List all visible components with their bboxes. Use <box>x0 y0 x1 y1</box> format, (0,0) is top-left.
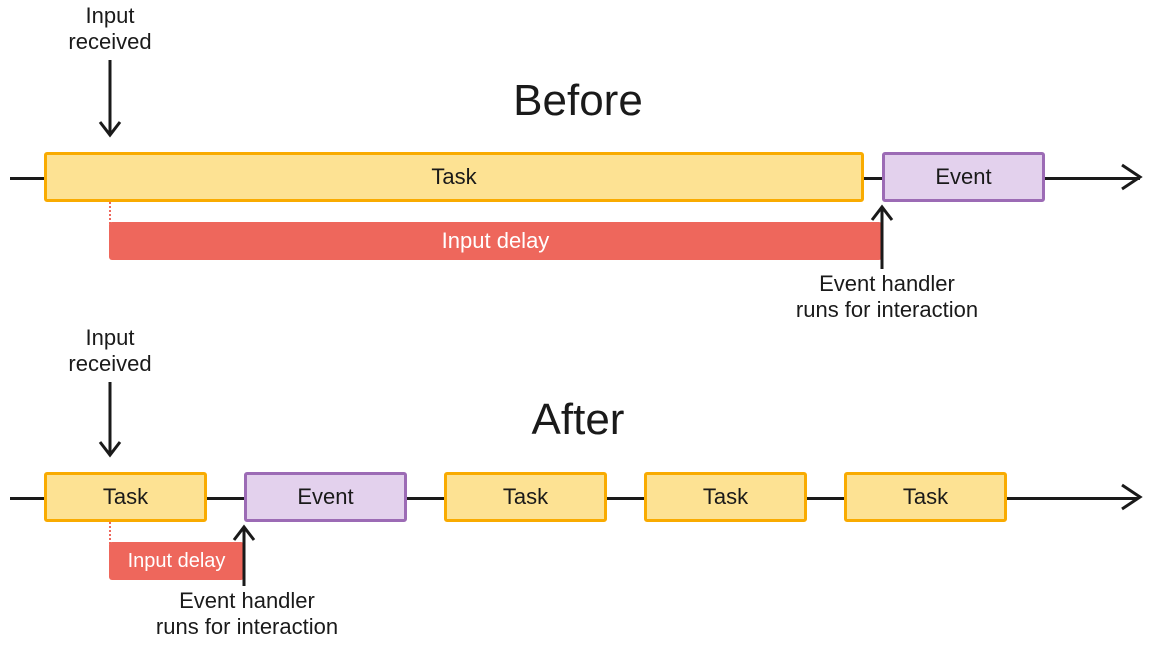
label-task-after-1: Task <box>103 484 148 510</box>
axis-after-seg4 <box>807 497 844 500</box>
label-task-after-2: Task <box>503 484 548 510</box>
label-input-delay-after: Input delay <box>128 550 226 573</box>
arrow-event-handler-after <box>244 524 245 586</box>
block-task-after-2: Task <box>444 472 607 522</box>
annot-input-received-before: Input received <box>55 3 165 56</box>
block-event-after: Event <box>244 472 407 522</box>
dotted-after <box>109 522 111 544</box>
axis-after-seg3 <box>607 497 644 500</box>
dotted-before <box>109 202 111 224</box>
label-task-before: Task <box>431 164 476 190</box>
label-task-after-4: Task <box>903 484 948 510</box>
label-input-delay-before: Input delay <box>442 228 550 254</box>
annot-event-handler-after: Event handler runs for interaction <box>142 588 352 641</box>
axis-after-seg0 <box>10 497 44 500</box>
title-after: After <box>478 395 678 445</box>
annot-event-handler-before: Event handler runs for interaction <box>782 271 992 324</box>
diagram-root: Before Input received Task Event Input d… <box>0 0 1155 647</box>
axis-before-left <box>10 177 45 180</box>
block-task-after-1: Task <box>44 472 207 522</box>
block-input-delay-after: Input delay <box>109 542 244 580</box>
annot-input-received-after: Input received <box>55 325 165 378</box>
axis-after-seg2 <box>407 497 444 500</box>
block-task-after-4: Task <box>844 472 1007 522</box>
label-event-after: Event <box>297 484 353 510</box>
axis-before-right <box>1045 177 1140 180</box>
arrow-input-received-after <box>110 382 111 462</box>
axis-after-arrowhead <box>1140 497 1141 498</box>
block-input-delay-before: Input delay <box>109 222 882 260</box>
label-task-after-3: Task <box>703 484 748 510</box>
axis-after-seg5 <box>1007 497 1137 500</box>
block-task-after-3: Task <box>644 472 807 522</box>
title-before: Before <box>478 76 678 126</box>
arrow-event-handler-before <box>882 204 883 269</box>
arrow-input-received-before <box>110 60 111 140</box>
axis-before-arrowhead <box>1140 177 1141 178</box>
block-event-before: Event <box>882 152 1045 202</box>
block-task-before: Task <box>44 152 864 202</box>
label-event-before: Event <box>935 164 991 190</box>
axis-before-mid <box>864 177 882 180</box>
axis-after-seg1 <box>207 497 244 500</box>
